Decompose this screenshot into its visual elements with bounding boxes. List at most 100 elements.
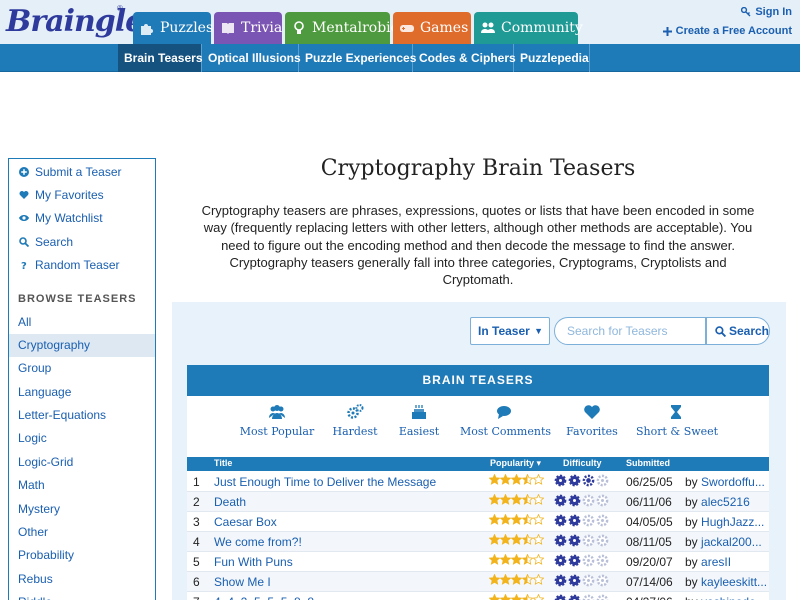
sidebar-my-favorites[interactable]: My Favorites [19,188,104,202]
sort-easiest[interactable]: Easiest [394,403,444,438]
col-title[interactable]: Title [214,458,232,468]
sort-most-comments[interactable]: Most Comments [460,403,551,438]
tab-trivia[interactable]: Trivia [214,12,282,44]
difficulty-gears [554,514,609,527]
category-mystery[interactable]: Mystery [9,498,155,521]
category-all[interactable]: All [9,311,155,334]
difficulty-gear-icon [568,594,581,600]
heart-icon [584,405,600,419]
row-rank: 6 [193,575,200,589]
teaser-title-link[interactable]: 4, 4, 2, 5, 5, 5, 8, 8... [214,595,484,600]
category-logic[interactable]: Logic [9,427,155,450]
search-scope-value: In Teaser [478,324,530,338]
subnav-optical-illusions[interactable]: Optical Illusions [202,44,301,72]
tab-label: Community [501,20,583,36]
subnav-codes-ciphers[interactable]: Codes & Ciphers [413,44,516,72]
teaser-title-link[interactable]: Caesar Box [214,515,484,529]
category-other[interactable]: Other [9,521,155,544]
gamepad-icon [400,25,414,32]
author-link[interactable]: HughJazz... [701,515,764,529]
category-language[interactable]: Language [9,381,155,404]
page-intro: Cryptography teasers are phrases, expres… [201,203,755,288]
difficulty-gears [554,594,609,600]
row-rank: 5 [193,555,200,569]
subnav-puzzle-experiences[interactable]: Puzzle Experiences [299,44,416,72]
table-row[interactable]: 7 4, 4, 2, 5, 5, 5, 8, 8... 04/27/06 by yos… [187,592,769,600]
star-icon [511,554,522,565]
table-row[interactable]: 4 We come from?! 08/11/05 by jackal200... [187,532,769,552]
tab-community[interactable]: Community [474,12,583,44]
submitted-date: 07/14/06 [626,575,673,589]
star-icon [500,554,511,565]
category-letter-equations[interactable]: Letter-Equations [9,404,155,427]
tab-mentalrobics[interactable]: Mentalrobics [285,12,406,44]
author-link[interactable]: Swordoffu... [701,475,765,489]
heart-icon [19,191,29,199]
difficulty-gear-icon [596,514,609,527]
puzzle-piece-icon [141,24,153,35]
tab-puzzles[interactable]: Puzzles [133,12,213,44]
category-group[interactable]: Group [9,357,155,380]
teaser-title-link[interactable]: Death [214,495,484,509]
sort-desc-icon: ▾ [536,458,542,468]
category-probability[interactable]: Probability [9,544,155,567]
difficulty-gear-icon [582,494,595,507]
popularity-stars [489,494,544,505]
col-popularity[interactable]: Popularity ▾ [490,458,541,469]
sort-label: Most Popular [239,425,315,438]
sidebar-my-watchlist[interactable]: My Watchlist [19,211,103,225]
star-icon [500,594,511,600]
search-scope-select[interactable]: In Teaser ▼ [470,317,550,345]
eye-icon [19,215,29,221]
tab-games[interactable]: Games [393,12,471,44]
author-link[interactable]: kayleeskitt... [701,575,767,589]
table-row[interactable]: 1 Just Enough Time to Deliver the Message… [187,472,769,492]
row-rank: 1 [193,475,200,489]
author-link[interactable]: jackal200... [701,535,762,549]
col-difficulty[interactable]: Difficulty [563,458,602,468]
sidebar-submit-teaser[interactable]: Submit a Teaser [19,165,122,179]
table-row[interactable]: 2 Death 06/11/06 by alec5216 [187,492,769,512]
popularity-stars [489,534,544,545]
teaser-title-link[interactable]: Show Me I [214,575,484,589]
subnav-puzzlepedia[interactable]: Puzzlepedia [514,44,590,72]
author-cell: by Swordoffu... [685,475,769,489]
author-link[interactable]: aresII [701,555,731,569]
col-submitted[interactable]: Submitted [626,458,670,468]
teaser-title-link[interactable]: Just Enough Time to Deliver the Message [214,475,484,489]
teaser-title-link[interactable]: Fun With Puns [214,555,484,569]
search-input[interactable]: Search for Teasers [554,317,706,345]
sidebar-link-label: My Watchlist [35,211,103,225]
key-icon [741,7,751,17]
star-icon [489,534,500,545]
category-math[interactable]: Math [9,474,155,497]
sort-hardest[interactable]: Hardest [328,403,382,438]
table-row[interactable]: 6 Show Me I 07/14/06 by kayleeskitt... [187,572,769,592]
sort-short-sweet[interactable]: Short & Sweet [636,403,718,438]
sidebar-random-teaser[interactable]: ? Random Teaser [19,258,120,272]
sign-in-link[interactable]: Sign In [741,6,792,18]
sidebar-search[interactable]: Search [19,235,73,249]
sort-favorites[interactable]: Favorites [564,403,620,438]
category-logic-grid[interactable]: Logic-Grid [9,451,155,474]
search-icon [715,325,726,337]
category-cryptography[interactable]: Cryptography [9,334,155,357]
table-row[interactable]: 5 Fun With Puns 09/20/07 by aresII [187,552,769,572]
author-prefix: by [685,475,698,489]
author-link[interactable]: yoshinode [701,595,756,600]
subnav-brain-teasers[interactable]: Brain Teasers [118,44,203,72]
difficulty-gear-icon [582,474,595,487]
sort-most-popular[interactable]: Most Popular [238,403,316,438]
search-button[interactable]: Search [706,317,770,345]
teaser-panel: In Teaser ▼ Search for Teasers Search BR… [172,302,786,600]
create-account-link[interactable]: Create a Free Account [662,25,792,37]
star-icon [533,494,544,505]
teaser-title-link[interactable]: We come from?! [214,535,484,549]
tab-label: Trivia [241,20,283,36]
sort-label: Favorites [566,425,618,438]
category-riddle[interactable]: Riddle [9,591,155,600]
author-link[interactable]: alec5216 [701,495,750,509]
category-rebus[interactable]: Rebus [9,568,155,591]
table-row[interactable]: 3 Caesar Box 04/05/05 by HughJazz... [187,512,769,532]
difficulty-gear-icon [554,474,567,487]
